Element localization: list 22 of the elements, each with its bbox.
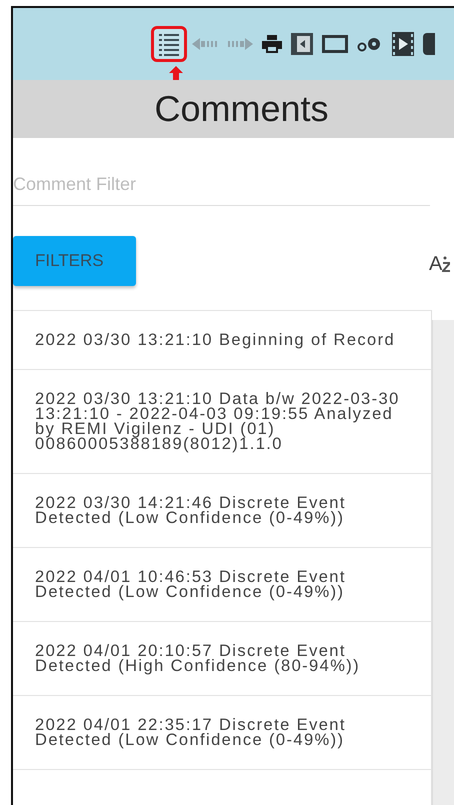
comment-item[interactable]: 2022 04/01 22:35:17 Discrete Event Detected (Low Confidence (0-49%)) — [13, 696, 431, 770]
right-arrow-icon — [227, 38, 253, 50]
scrollbar[interactable] — [432, 320, 454, 805]
print-icon — [262, 35, 282, 53]
sort-icon — [442, 254, 450, 274]
list-icon — [159, 32, 179, 56]
window-icon — [322, 35, 348, 53]
comment-filter-field[interactable]: Comment Filter — [13, 168, 430, 206]
page-title: Comments — [153, 88, 329, 130]
toolbar-icon — [423, 33, 435, 55]
comment-item[interactable]: 2022 04/01 10:46:53 Discrete Event Detected (Low Confidence (0-49%)) — [13, 548, 431, 622]
pointer-arrow — [169, 66, 183, 80]
comment-item[interactable]: 2022 03/30 13:21:10 Data b/w 2022-03-30 13:21:10 - 2022-04-03 09:19:55 Analyzed by REMI Vigilenz - UDI (01) 00860005388189(8012)1.1.0 — [13, 370, 431, 474]
left-arrow-icon — [192, 38, 218, 50]
gears-icon — [357, 35, 383, 53]
comment-item[interactable]: 2022 03/30 14:21:46 Discrete Event Detected (Low Confidence (0-49%)) — [13, 474, 431, 548]
sort-label: A — [429, 253, 442, 276]
list-button[interactable] — [151, 26, 187, 62]
video-icon — [392, 32, 414, 56]
comment-item[interactable]: 2022 03/30 13:21:10 Beginning of Record — [13, 311, 431, 370]
comment-item[interactable]: 2022 04/01 20:10:57 Discrete Event Detected (High Confidence (80-94%)) — [13, 622, 431, 696]
exit-icon — [291, 33, 313, 55]
